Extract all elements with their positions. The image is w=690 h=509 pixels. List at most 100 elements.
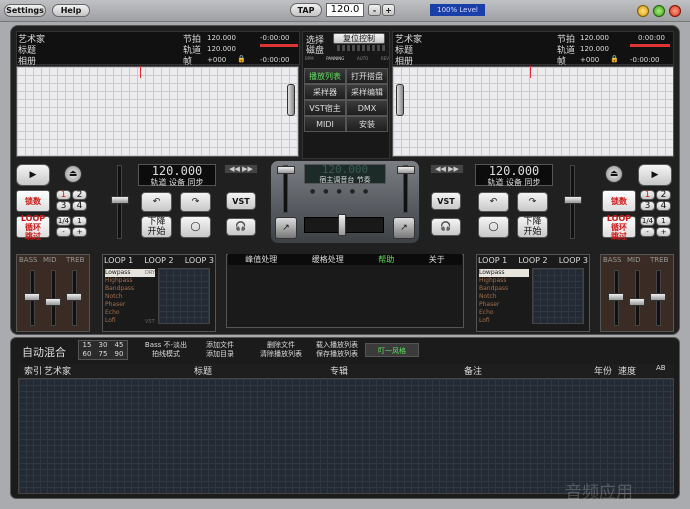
col-year[interactable]: 年份: [594, 364, 618, 378]
filter-notch[interactable]: Notch: [105, 293, 155, 301]
filter-echo[interactable]: Echo: [479, 309, 529, 317]
deck-a-loop-button[interactable]: LOOP循环 跳过: [16, 214, 50, 241]
bpm-display[interactable]: 120.0: [326, 3, 364, 17]
menu-sample-edit[interactable]: 采样编辑: [346, 84, 388, 100]
deck-b-nav-arrows[interactable]: ◀◀ ▶▶: [430, 164, 464, 174]
menu-playlist[interactable]: 播放列表: [304, 68, 346, 84]
crossfader-knob[interactable]: [338, 214, 346, 236]
filter-echo[interactable]: Echo: [105, 309, 155, 317]
help-button[interactable]: Help: [52, 4, 90, 17]
deck-a-vst-button[interactable]: VST: [226, 192, 256, 210]
filter-notch[interactable]: Notch: [479, 293, 529, 301]
num-3[interactable]: 3: [56, 201, 71, 211]
deck-b-vst-button[interactable]: VST: [431, 192, 461, 210]
action-delete[interactable]: 删除文件 清除播放列表: [253, 341, 309, 359]
left-volume-knob[interactable]: [277, 166, 295, 174]
menu-sampler[interactable]: 采样器: [304, 84, 346, 100]
deck-a-play-button[interactable]: ▶: [16, 164, 50, 186]
tab-about[interactable]: 关于: [429, 254, 445, 265]
deck-a-lock-button[interactable]: 锁数: [16, 190, 50, 212]
filter-phaser[interactable]: Phaser: [105, 301, 155, 309]
right-volume-knob[interactable]: [397, 166, 415, 174]
deck-b-play-button[interactable]: ▶: [638, 164, 672, 186]
small-minus[interactable]: -: [640, 227, 655, 237]
menu-open-disk[interactable]: 打开搭盘: [346, 68, 388, 84]
small-quarter[interactable]: 1/4: [640, 216, 655, 226]
deck-b-pitch-knob[interactable]: [564, 196, 582, 204]
col-index[interactable]: 索引: [18, 364, 44, 378]
filter-lowpass[interactable]: Lowpass: [479, 269, 529, 277]
deck-a-forward-button[interactable]: ↷: [180, 192, 211, 212]
eq-right-treb-knob[interactable]: [650, 293, 666, 301]
loop-3[interactable]: LOOP 3: [559, 256, 588, 265]
num-2[interactable]: 2: [656, 190, 671, 200]
action-add[interactable]: 添加文件 添加目录: [198, 341, 242, 359]
menu-dmx[interactable]: DMX: [346, 100, 388, 116]
col-ab[interactable]: AB: [656, 364, 674, 378]
loop-3[interactable]: LOOP 3: [185, 256, 214, 265]
col-album[interactable]: 专辑: [330, 364, 464, 378]
deck-b-lock-icon[interactable]: 🔒: [610, 55, 619, 63]
settings-button[interactable]: Settings: [4, 4, 46, 17]
automix-label[interactable]: 自动混合: [22, 344, 66, 360]
small-minus[interactable]: -: [56, 227, 71, 237]
deck-a-pitch-knob[interactable]: [111, 196, 129, 204]
playlist-grid[interactable]: [18, 378, 674, 494]
filter-phaser[interactable]: Phaser: [479, 301, 529, 309]
deck-b-waveform[interactable]: [392, 66, 674, 157]
num-1[interactable]: 1: [640, 190, 655, 200]
num-2[interactable]: 2: [72, 190, 87, 200]
tab-help[interactable]: 帮助: [378, 254, 394, 265]
deck-a-scroll[interactable]: [287, 84, 295, 116]
time-90[interactable]: 90: [111, 350, 127, 359]
deck-a-rewind-button[interactable]: ↶: [141, 192, 172, 212]
style-button[interactable]: 叮一风格: [365, 343, 419, 357]
level-display[interactable]: 100% Level: [430, 4, 485, 16]
deck-b-rewind-button[interactable]: ↶: [478, 192, 509, 212]
tap-button[interactable]: TAP: [290, 3, 322, 17]
eq-right-bass-knob[interactable]: [608, 293, 624, 301]
minimize-icon[interactable]: [637, 5, 649, 17]
small-plus[interactable]: +: [656, 227, 671, 237]
num-4[interactable]: 4: [656, 201, 671, 211]
col-artist[interactable]: 艺术家: [44, 364, 194, 378]
filter-highpass[interactable]: Highpass: [105, 277, 155, 285]
time-15[interactable]: 15: [79, 341, 95, 350]
fx-left-xy-pad[interactable]: [158, 268, 210, 324]
col-note[interactable]: 备注: [464, 364, 594, 378]
center-knobs[interactable]: ●●●●●: [310, 188, 384, 206]
tab-buffer[interactable]: 缓格处理: [312, 254, 344, 265]
maximize-icon[interactable]: [653, 5, 665, 17]
eq-right-mid-knob[interactable]: [629, 298, 645, 306]
tab-peak[interactable]: 峰值处理: [245, 254, 277, 265]
fx-right-xy-pad[interactable]: [532, 268, 584, 324]
num-1[interactable]: 1: [56, 190, 71, 200]
right-cross-icon[interactable]: ↗: [393, 217, 415, 239]
eq-left-mid-knob[interactable]: [45, 298, 61, 306]
time-75[interactable]: 75: [95, 350, 111, 359]
deck-b-eject-icon[interactable]: ⏏: [605, 165, 623, 183]
small-plus[interactable]: +: [72, 227, 87, 237]
num-3[interactable]: 3: [640, 201, 655, 211]
deck-b-headphone-button[interactable]: 🎧: [431, 218, 461, 236]
col-speed[interactable]: 速度: [618, 364, 656, 378]
menu-install[interactable]: 安装: [346, 116, 388, 132]
filter-highpass[interactable]: Highpass: [479, 277, 529, 285]
loop-1[interactable]: LOOP 1: [478, 256, 507, 265]
deck-a-headphone-button[interactable]: 🎧: [226, 218, 256, 236]
action-load[interactable]: 载入播放列表 保存播放列表: [311, 341, 363, 359]
small-one[interactable]: 1: [72, 216, 87, 226]
deck-a-eject-icon[interactable]: ⏏: [64, 165, 82, 183]
bpm-minus-button[interactable]: -: [368, 4, 381, 16]
action-fade[interactable]: Bass 不-淡出 拍线模式: [138, 341, 194, 359]
loop-1[interactable]: LOOP 1: [104, 256, 133, 265]
deck-a-circle-button[interactable]: ◯: [180, 216, 211, 238]
time-60[interactable]: 60: [79, 350, 95, 359]
deck-a-lock-icon[interactable]: 🔒: [237, 55, 246, 63]
eq-left-bass-knob[interactable]: [24, 293, 40, 301]
col-title[interactable]: 标题: [194, 364, 330, 378]
restore-control-button[interactable]: 复位控制: [333, 33, 385, 44]
loop-2[interactable]: LOOP 2: [518, 256, 547, 265]
deck-a-down-start-button[interactable]: 下降 开始: [141, 216, 172, 238]
filter-bandpass[interactable]: Bandpass: [105, 285, 155, 293]
